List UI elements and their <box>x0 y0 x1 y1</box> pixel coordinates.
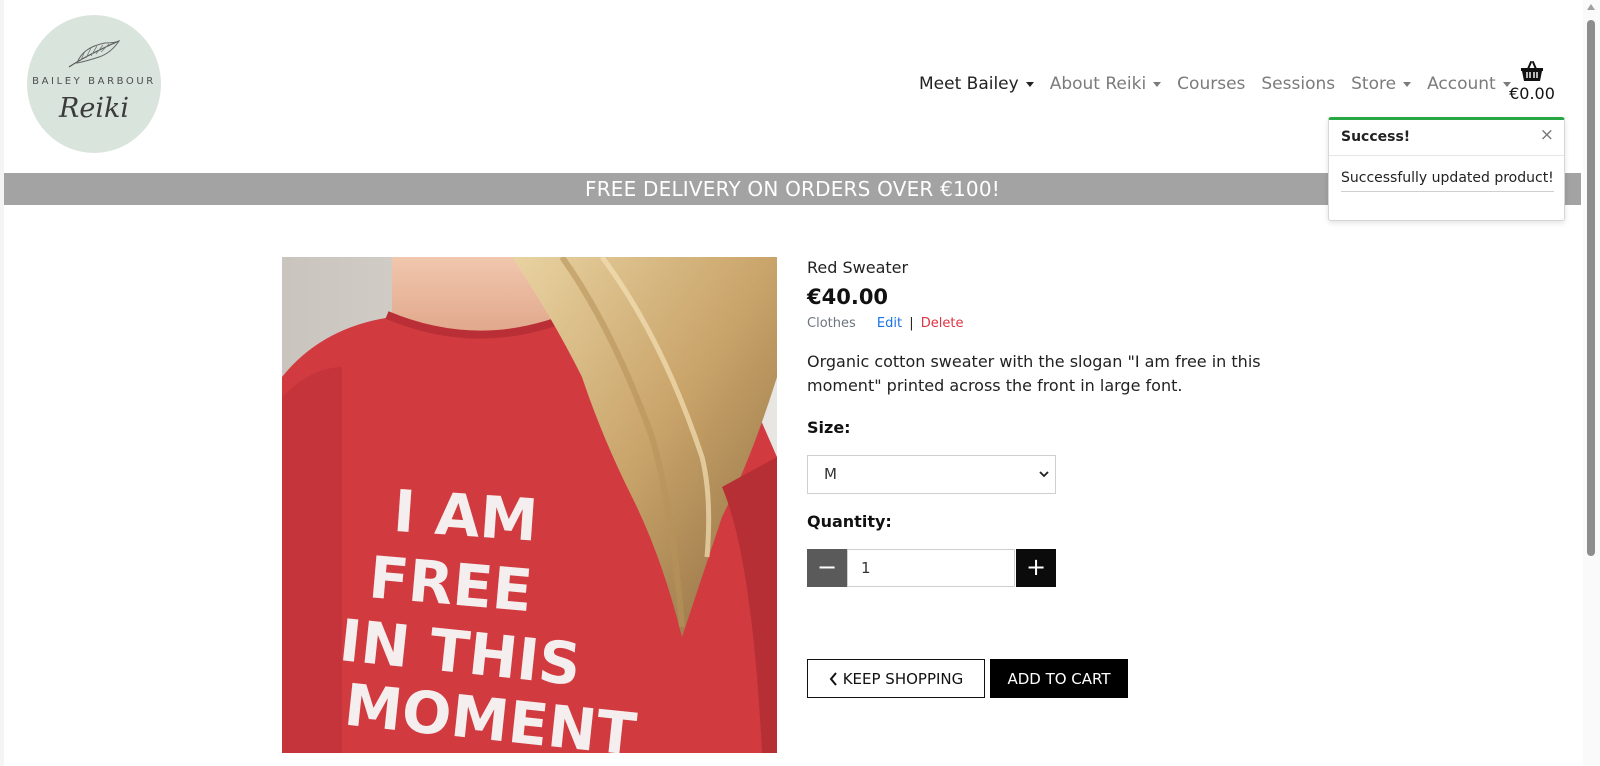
product-name: Red Sweater <box>807 258 909 277</box>
basket-total: €0.00 <box>1509 84 1555 103</box>
product-image[interactable]: I AM FREE IN THIS MOMENT <box>282 257 777 753</box>
nav-item-sessions[interactable]: Sessions <box>1261 74 1335 94</box>
toast-header: Success! × <box>1329 120 1564 156</box>
site-logo[interactable]: BAILEY BARBOUR Reiki <box>27 15 161 153</box>
close-icon[interactable]: × <box>1540 125 1554 145</box>
caret-down-icon <box>1153 81 1162 87</box>
quantity-input[interactable]: 1 <box>847 549 1015 587</box>
page: BAILEY BARBOUR Reiki Meet Bailey About R… <box>0 0 1600 766</box>
success-toast: Success! × Successfully updated product! <box>1328 117 1565 221</box>
feather-icon <box>68 39 121 68</box>
size-label: Size: <box>807 418 851 437</box>
main-nav: Meet Bailey About Reiki Courses Sessions… <box>919 72 1527 96</box>
nav-item-about-reiki[interactable]: About Reiki <box>1049 74 1162 94</box>
link-separator: | <box>909 316 914 331</box>
logo-script-text: Reiki <box>59 93 129 124</box>
decrement-button[interactable]: − <box>807 549 847 587</box>
caret-down-icon <box>1025 81 1034 87</box>
keep-shopping-button[interactable]: KEEP SHOPPING <box>807 659 985 698</box>
product-category[interactable]: Clothes <box>807 316 856 331</box>
basket-link[interactable]: €0.00 <box>1506 60 1558 103</box>
delete-link[interactable]: Delete <box>921 316 964 331</box>
product-photo: I AM FREE IN THIS MOMENT <box>282 257 777 753</box>
basket-icon <box>1521 61 1543 81</box>
toast-title: Success! <box>1341 129 1411 145</box>
chevron-down-icon <box>1039 471 1049 478</box>
scroll-up-arrow-icon[interactable] <box>1587 4 1595 10</box>
toast-message: Successfully updated product! <box>1341 170 1554 192</box>
increment-button[interactable]: + <box>1016 549 1056 587</box>
nav-item-label: About Reiki <box>1049 74 1147 94</box>
nav-item-meet-bailey[interactable]: Meet Bailey <box>919 74 1034 94</box>
nav-item-account[interactable]: Account <box>1427 74 1511 94</box>
size-selected-value: M <box>824 465 837 483</box>
add-to-cart-button[interactable]: ADD TO CART <box>990 659 1128 698</box>
scrollbar-thumb[interactable] <box>1587 20 1595 556</box>
logo-brand-text: BAILEY BARBOUR <box>32 76 156 87</box>
nav-item-label: Meet Bailey <box>919 74 1019 94</box>
quantity-label: Quantity: <box>807 512 892 531</box>
size-select[interactable]: M <box>807 455 1056 494</box>
nav-item-label: Sessions <box>1261 74 1336 94</box>
keep-shopping-label: KEEP SHOPPING <box>842 669 964 688</box>
nav-item-label: Store <box>1351 74 1397 94</box>
product-price: €40.00 <box>807 285 889 309</box>
shirt-text-line: I AM <box>391 477 540 555</box>
quantity-stepper: − 1 + <box>807 549 1056 587</box>
nav-item-label: Courses <box>1177 74 1246 94</box>
nav-item-store[interactable]: Store <box>1351 74 1412 94</box>
window-edge <box>0 0 4 766</box>
product-meta: Clothes Edit | Delete <box>807 316 963 331</box>
product-description: Organic cotton sweater with the slogan "… <box>807 352 1261 395</box>
chevron-left-icon <box>829 671 837 686</box>
product-details: Red Sweater €40.00 Clothes Edit | Delete… <box>807 258 1287 698</box>
nav-item-courses[interactable]: Courses <box>1177 74 1245 94</box>
nav-item-label: Account <box>1427 74 1496 94</box>
edit-link[interactable]: Edit <box>877 316 902 331</box>
caret-down-icon <box>1403 81 1412 87</box>
